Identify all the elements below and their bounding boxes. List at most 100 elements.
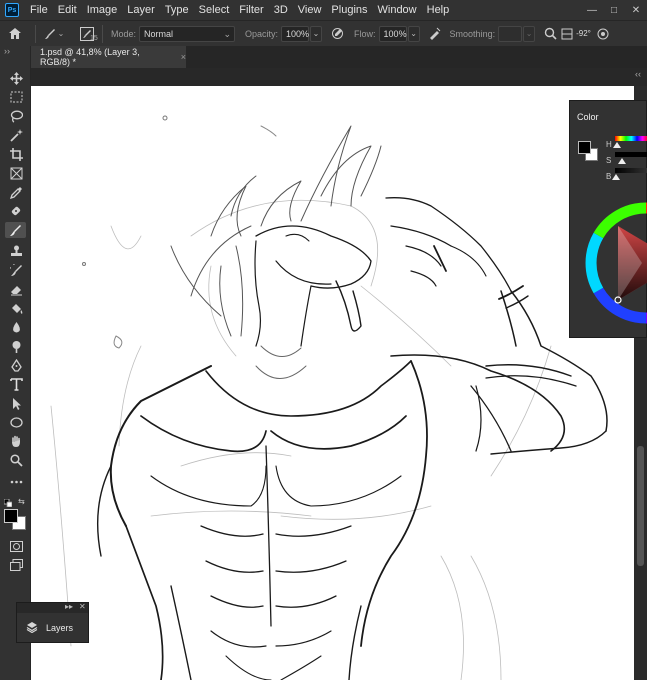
chevron-down-icon: ⌄ bbox=[223, 28, 232, 39]
eyedropper-icon[interactable] bbox=[8, 184, 24, 200]
flow-label: Flow: bbox=[354, 28, 376, 39]
color-wheel[interactable] bbox=[580, 198, 647, 328]
close-button[interactable]: ✕ bbox=[625, 5, 647, 16]
hue-slider-knob[interactable] bbox=[613, 142, 621, 148]
menu-type[interactable]: Type bbox=[160, 0, 194, 20]
flow-dropdown[interactable]: ⌄ bbox=[407, 25, 420, 42]
smoothing-options-icon[interactable] bbox=[540, 27, 560, 40]
angle-icon[interactable] bbox=[560, 28, 574, 40]
maximize-button[interactable]: □ bbox=[603, 5, 625, 16]
pressure-opacity-icon[interactable] bbox=[326, 27, 348, 40]
brightness-label: B bbox=[606, 172, 612, 181]
hand-icon[interactable] bbox=[8, 433, 24, 449]
foreground-color-chip[interactable] bbox=[578, 141, 591, 154]
menu-plugins[interactable]: Plugins bbox=[326, 0, 372, 20]
collapse-toolbar-icon[interactable]: ›› bbox=[4, 46, 10, 56]
smoothing-label: Smoothing: bbox=[449, 28, 496, 39]
close-panel-icon[interactable]: ✕ bbox=[79, 602, 86, 611]
document-tab-title: 1.psd @ 41,8% (Layer 3, RGB/8) * bbox=[40, 47, 140, 67]
color-panel: Color H S B bbox=[569, 100, 647, 338]
saturation-slider-knob[interactable] bbox=[618, 158, 626, 164]
minimize-button[interactable]: — bbox=[581, 5, 603, 16]
document-tab-bar: 1.psd @ 41,8% (Layer 3, RGB/8) * × bbox=[31, 46, 647, 68]
expand-panel-icon[interactable]: ▸▸ bbox=[65, 602, 73, 611]
more-icon[interactable] bbox=[8, 474, 24, 490]
window-controls: — □ ✕ bbox=[581, 0, 647, 20]
move-icon[interactable] bbox=[8, 70, 24, 86]
mode-label: Mode: bbox=[111, 28, 137, 39]
layers-label: Layers bbox=[46, 623, 74, 633]
bucket-icon[interactable] bbox=[8, 300, 24, 316]
hue-label: H bbox=[606, 140, 612, 149]
divider bbox=[102, 24, 103, 43]
brush-preset-picker[interactable]: ⌄ bbox=[41, 28, 67, 40]
mode-select[interactable]: Normal ⌄ bbox=[139, 25, 236, 42]
hue-slider[interactable] bbox=[615, 136, 647, 141]
menu-layer[interactable]: Layer bbox=[122, 0, 160, 20]
close-tab-icon[interactable]: × bbox=[181, 52, 186, 62]
smoothing-field[interactable] bbox=[498, 25, 523, 42]
ellipse-icon[interactable] bbox=[8, 414, 24, 430]
photoshop-logo[interactable]: Ps bbox=[5, 3, 19, 17]
angle-value[interactable]: -92° bbox=[576, 29, 591, 38]
frame-icon[interactable] bbox=[8, 165, 24, 181]
history-brush-icon[interactable] bbox=[8, 262, 24, 278]
menu-image[interactable]: Image bbox=[82, 0, 123, 20]
divider bbox=[35, 24, 36, 43]
layers-button[interactable]: Layers bbox=[17, 615, 88, 641]
opacity-dropdown[interactable]: ⌄ bbox=[310, 25, 323, 42]
airbrush-icon[interactable] bbox=[424, 27, 446, 40]
default-colors-icon[interactable] bbox=[3, 498, 13, 508]
saturation-slider[interactable] bbox=[615, 152, 647, 157]
healing-icon[interactable] bbox=[8, 203, 24, 219]
blur-icon[interactable] bbox=[8, 319, 24, 335]
screen-mode-icon[interactable] bbox=[8, 557, 24, 573]
document-canvas[interactable] bbox=[31, 86, 634, 680]
saturation-label: S bbox=[606, 156, 612, 165]
stamp-icon[interactable] bbox=[8, 243, 24, 259]
opacity-label: Opacity: bbox=[245, 28, 279, 39]
layers-panel: ▸▸ ✕ Layers bbox=[16, 602, 89, 643]
pen-icon[interactable] bbox=[8, 357, 24, 373]
type-icon[interactable] bbox=[8, 376, 24, 392]
menu-3d[interactable]: 3D bbox=[269, 0, 293, 20]
menu-file[interactable]: File bbox=[25, 0, 53, 20]
menu-window[interactable]: Window bbox=[373, 0, 422, 20]
tools-panel: ›› ⇆ bbox=[0, 46, 31, 680]
brightness-slider-knob[interactable] bbox=[612, 174, 620, 180]
layers-icon bbox=[26, 621, 38, 636]
lasso-icon[interactable] bbox=[8, 108, 24, 124]
flow-field[interactable]: 100% bbox=[378, 25, 407, 42]
swap-colors-icon[interactable]: ⇆ bbox=[18, 497, 25, 506]
sketch-artwork bbox=[50, 115, 608, 680]
brightness-slider[interactable] bbox=[615, 168, 647, 173]
home-icon[interactable] bbox=[0, 27, 30, 40]
options-bar: ⌄ 15 Mode: Normal ⌄ Opacity: 100% ⌄ Flow… bbox=[0, 20, 647, 46]
menu-select[interactable]: Select bbox=[194, 0, 235, 20]
path-select-icon[interactable] bbox=[8, 395, 24, 411]
color-panel-tab[interactable]: Color bbox=[570, 109, 606, 125]
scrollbar-thumb[interactable] bbox=[637, 446, 644, 566]
crop-icon[interactable] bbox=[8, 146, 24, 162]
layers-panel-header: ▸▸ ✕ bbox=[17, 602, 88, 613]
eraser-icon[interactable] bbox=[8, 281, 24, 297]
foreground-color-swatch[interactable] bbox=[4, 509, 18, 523]
menu-help[interactable]: Help bbox=[422, 0, 455, 20]
collapse-panels-icon[interactable]: ‹‹ bbox=[635, 69, 641, 79]
opacity-field[interactable]: 100% bbox=[281, 25, 309, 42]
zoom-icon[interactable] bbox=[8, 452, 24, 468]
quick-mask-icon[interactable] bbox=[8, 538, 24, 554]
brush-size-label: 15 bbox=[90, 35, 98, 42]
pressure-size-icon[interactable] bbox=[594, 28, 612, 40]
menu-bar: Ps File Edit Image Layer Type Select Fil… bbox=[0, 0, 647, 20]
menu-view[interactable]: View bbox=[293, 0, 327, 20]
brush-icon[interactable] bbox=[5, 222, 26, 238]
document-tab[interactable]: 1.psd @ 41,8% (Layer 3, RGB/8) * × bbox=[31, 46, 186, 68]
dodge-icon[interactable] bbox=[8, 338, 24, 354]
magic-wand-icon[interactable] bbox=[8, 127, 24, 143]
mode-value: Normal bbox=[144, 28, 174, 39]
smoothing-dropdown[interactable]: ⌄ bbox=[523, 25, 536, 42]
menu-filter[interactable]: Filter bbox=[234, 0, 268, 20]
marquee-icon[interactable] bbox=[8, 89, 24, 105]
menu-edit[interactable]: Edit bbox=[53, 0, 82, 20]
